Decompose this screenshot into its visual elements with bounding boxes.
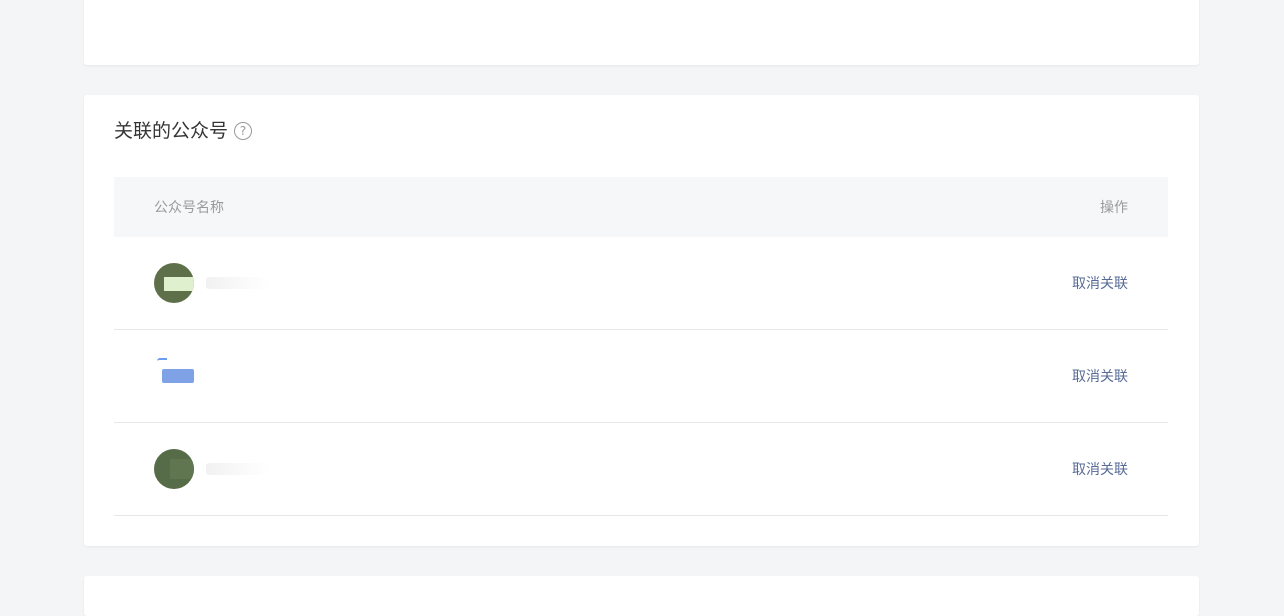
linked-accounts-table: 公众号名称 操作 取消关联 取消关联 取消关联 — [114, 177, 1168, 516]
account-name — [206, 463, 270, 475]
linked-accounts-card: 关联的公众号 ? 公众号名称 操作 取消关联 取消关联 取消关联 — [84, 95, 1199, 546]
unlink-button[interactable]: 取消关联 — [1072, 273, 1128, 293]
column-header-name: 公众号名称 — [154, 200, 224, 216]
account-cell — [154, 263, 270, 303]
section-title: 关联的公众号 — [114, 120, 229, 142]
unlink-button[interactable]: 取消关联 — [1072, 366, 1128, 386]
avatar — [154, 449, 194, 489]
column-header-action: 操作 — [1100, 200, 1128, 216]
bottom-card — [84, 576, 1199, 616]
avatar — [154, 356, 194, 396]
unlink-button[interactable]: 取消关联 — [1072, 459, 1128, 479]
top-card — [84, 0, 1199, 65]
avatar — [154, 263, 194, 303]
table-row: 取消关联 — [114, 423, 1168, 516]
account-name — [206, 277, 270, 289]
table-row: 取消关联 — [114, 237, 1168, 330]
section-header: 关联的公众号 ? — [114, 119, 253, 143]
table-row: 取消关联 — [114, 330, 1168, 423]
account-cell — [154, 449, 270, 489]
account-cell — [154, 356, 206, 396]
table-header: 公众号名称 操作 — [114, 177, 1168, 237]
question-circle-icon[interactable]: ? — [234, 122, 253, 140]
